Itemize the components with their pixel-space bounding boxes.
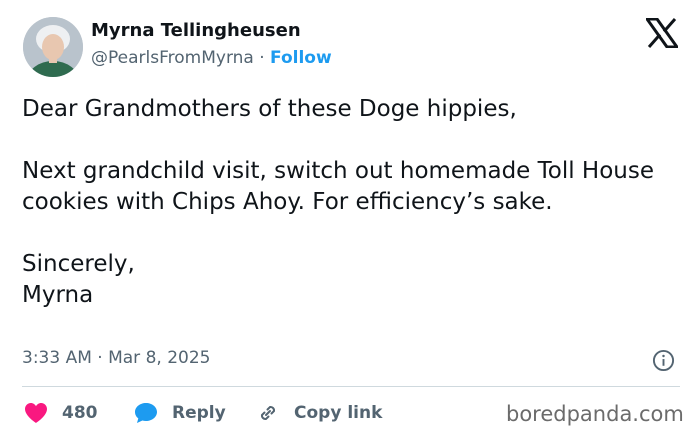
author-handle[interactable]: @PearlsFromMyrna	[91, 48, 254, 68]
reply-bubble-icon	[135, 403, 157, 423]
author-handle-row: @PearlsFromMyrna · Follow	[91, 48, 332, 68]
tweet-timestamp[interactable]: 3:33 AM · Mar 8, 2025	[22, 348, 210, 368]
like-count: 480	[62, 403, 98, 423]
divider	[22, 386, 680, 387]
separator-dot: ·	[259, 48, 265, 68]
tweet-text: Dear Grandmothers of these Doge hippies,…	[22, 94, 682, 311]
x-logo-icon[interactable]	[646, 18, 678, 48]
tweet-line: Dear Grandmothers of these Doge hippies,	[22, 96, 517, 122]
profile-photo	[23, 17, 83, 77]
link-icon	[260, 405, 276, 421]
tweet-line: Next grandchild visit, switch out homema…	[22, 158, 655, 215]
copy-link-button[interactable]: Copy link	[256, 400, 382, 426]
tweet-line: Sincerely,	[22, 251, 135, 277]
copy-link-label: Copy link	[294, 403, 383, 423]
reply-button[interactable]: Reply	[134, 400, 226, 426]
author-name[interactable]: Myrna Tellingheusen	[91, 20, 301, 41]
heart-icon	[25, 403, 47, 423]
info-icon[interactable]	[652, 349, 675, 372]
reply-label: Reply	[172, 403, 226, 423]
tweet-line: Myrna	[22, 282, 94, 308]
follow-button[interactable]: Follow	[270, 48, 332, 68]
avatar[interactable]	[23, 17, 83, 77]
watermark: boredpanda.com	[506, 402, 684, 426]
like-button[interactable]: 480	[24, 400, 98, 426]
